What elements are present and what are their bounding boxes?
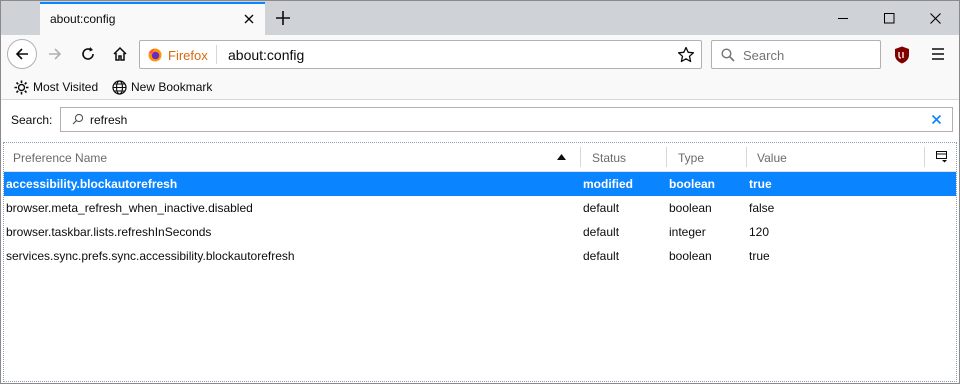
bookmark-label: Most Visited — [33, 80, 99, 94]
search-bar[interactable]: Search — [711, 40, 881, 69]
sort-ascending-icon — [557, 154, 566, 160]
table-row[interactable]: browser.meta_refresh_when_inactive.disab… — [4, 196, 956, 220]
search-placeholder: Search — [743, 48, 785, 63]
column-divider[interactable] — [746, 147, 747, 167]
column-header-value[interactable]: Value — [757, 151, 787, 165]
pref-value-cell: 120 — [749, 225, 770, 239]
bookmark-star-icon[interactable] — [677, 46, 695, 64]
about-config-page: Search: refresh Preference Name Status T… — [1, 100, 959, 383]
identity-divider — [216, 45, 217, 64]
filter-search-icon — [72, 113, 84, 125]
pref-status-cell: modified — [583, 177, 633, 191]
close-tab-icon[interactable] — [242, 12, 256, 26]
filter-value: refresh — [90, 113, 128, 127]
pref-type-cell: boolean — [669, 249, 712, 263]
column-header-name[interactable]: Preference Name — [13, 151, 107, 165]
globe-icon — [112, 80, 127, 95]
reload-icon — [82, 47, 94, 60]
column-header-status[interactable]: Status — [592, 151, 626, 165]
close-window-button[interactable] — [913, 1, 959, 35]
url-text[interactable]: about:config — [228, 47, 304, 63]
tab-title: about:config — [50, 12, 116, 26]
pref-status-cell: default — [583, 201, 620, 215]
column-divider[interactable] — [924, 147, 925, 167]
browser-window: about:config Firefox about:config Search… — [0, 0, 960, 384]
pref-name-cell: services.sync.prefs.sync.accessibility.b… — [6, 249, 295, 263]
new-tab-icon[interactable] — [273, 8, 293, 28]
identity-label: Firefox — [168, 48, 208, 63]
pref-type-cell: boolean — [669, 201, 712, 215]
forward-button[interactable] — [44, 43, 66, 65]
table-row[interactable]: services.sync.prefs.sync.accessibility.b… — [4, 244, 956, 268]
forward-arrow-icon — [49, 48, 62, 60]
table-row[interactable]: accessibility.blockautorefresh modified … — [4, 172, 956, 196]
pref-type-cell: boolean — [669, 177, 716, 191]
pref-type-cell: integer — [669, 225, 706, 239]
column-header-row: Preference Name Status Type Value — [4, 143, 956, 172]
pref-value-cell: true — [749, 249, 770, 263]
bookmark-most-visited[interactable]: Most Visited — [14, 79, 106, 95]
navigation-toolbar: Firefox about:config Search — [1, 35, 959, 75]
home-icon — [113, 46, 127, 61]
firefox-logo-icon — [148, 48, 162, 62]
reload-button[interactable] — [77, 43, 99, 65]
maximize-button[interactable] — [867, 1, 913, 35]
bookmark-label: New Bookmark — [131, 80, 213, 94]
hamburger-menu-icon[interactable] — [930, 47, 946, 61]
tab-about-config[interactable]: about:config — [40, 2, 265, 35]
clear-filter-icon[interactable] — [931, 114, 942, 125]
url-bar[interactable]: Firefox about:config — [139, 40, 702, 69]
pref-status-cell: default — [583, 249, 620, 263]
back-button[interactable] — [7, 39, 37, 69]
column-divider[interactable] — [580, 147, 581, 167]
table-row[interactable]: browser.taskbar.lists.refreshInSeconds d… — [4, 220, 956, 244]
home-button[interactable] — [109, 43, 131, 65]
search-icon — [721, 48, 735, 62]
pref-status-cell: default — [583, 225, 620, 239]
bookmark-new-bookmark[interactable]: New Bookmark — [112, 79, 222, 95]
search-label: Search: — [11, 113, 53, 127]
pref-name-cell: accessibility.blockautorefresh — [6, 177, 178, 191]
column-picker-icon[interactable] — [936, 151, 948, 163]
column-header-type[interactable]: Type — [678, 151, 704, 165]
ublock-origin-icon[interactable] — [894, 46, 910, 64]
pref-name-cell: browser.meta_refresh_when_inactive.disab… — [6, 201, 253, 215]
pref-name-cell: browser.taskbar.lists.refreshInSeconds — [6, 225, 212, 239]
tab-strip: about:config — [1, 1, 959, 35]
minimize-button[interactable] — [821, 1, 867, 35]
preference-filter-input[interactable]: refresh — [60, 107, 953, 132]
back-arrow-icon — [15, 48, 28, 60]
bookmarks-toolbar: Most Visited New Bookmark — [1, 75, 959, 100]
preferences-tree[interactable]: Preference Name Status Type Value access… — [3, 142, 957, 382]
pref-value-cell: false — [749, 201, 775, 215]
column-divider[interactable] — [666, 147, 667, 167]
gear-icon — [14, 80, 29, 95]
pref-value-cell: true — [749, 177, 772, 191]
